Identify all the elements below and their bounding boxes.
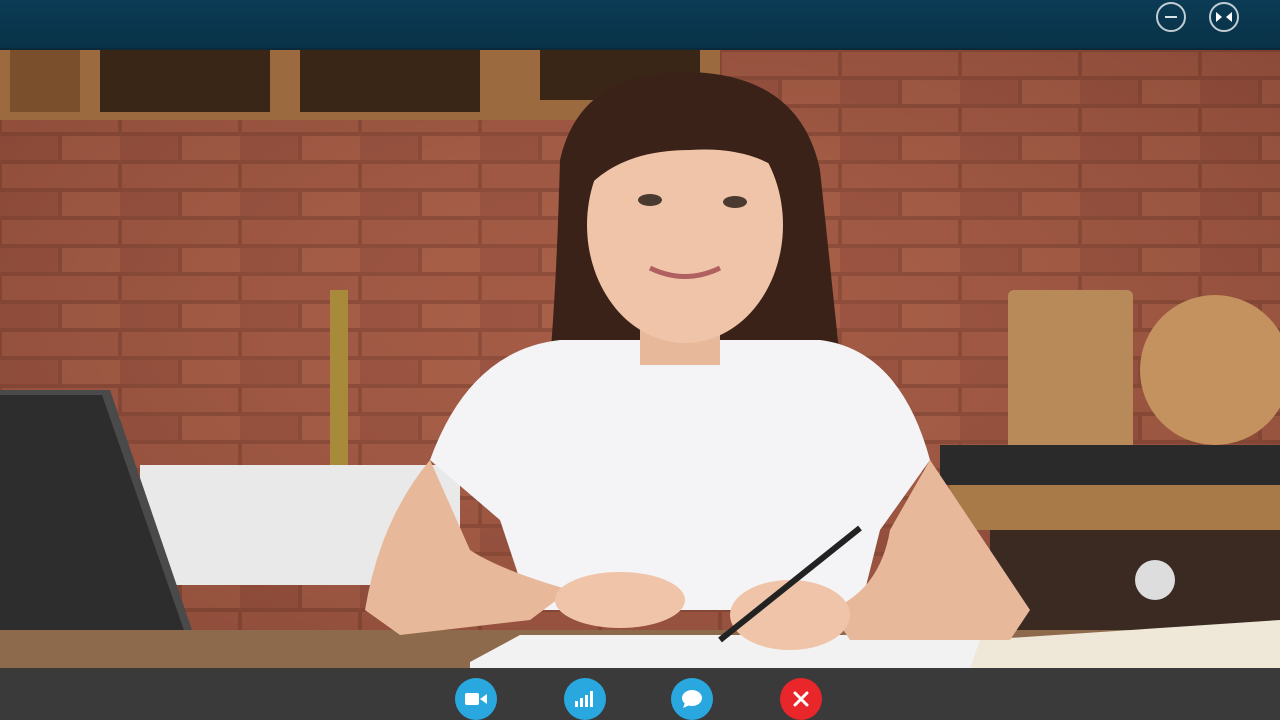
camera-button[interactable] [455, 678, 497, 720]
fullscreen-button[interactable] [1209, 2, 1239, 32]
chat-bubble-icon [682, 690, 702, 708]
signal-button[interactable] [564, 678, 606, 720]
video-camera-icon [465, 693, 487, 705]
title-bar [0, 0, 1280, 50]
fullscreen-icon [1216, 12, 1232, 22]
call-controls-bar [0, 668, 1280, 720]
chat-button[interactable] [671, 678, 713, 720]
signal-bars-icon [575, 691, 593, 707]
remote-video-feed [0, 50, 1280, 668]
video-scene [0, 50, 1280, 668]
end-call-button[interactable] [780, 678, 822, 720]
close-icon [793, 691, 809, 707]
minimize-icon [1165, 16, 1177, 18]
minimize-button[interactable] [1156, 2, 1186, 32]
